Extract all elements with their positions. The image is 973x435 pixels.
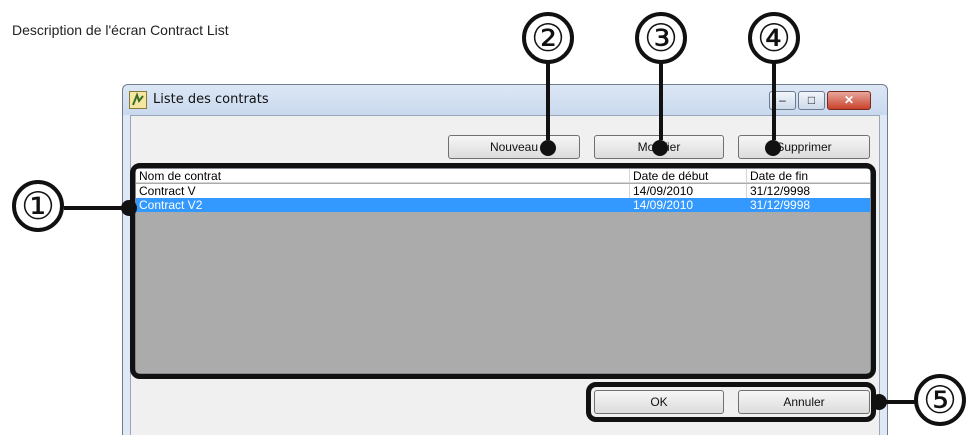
callout-dot-5 xyxy=(871,394,887,410)
annotation-number-3: ③ xyxy=(635,12,687,64)
new-button[interactable]: Nouveau xyxy=(448,135,580,159)
close-button[interactable]: ✕ xyxy=(827,91,871,110)
app-icon xyxy=(129,91,147,109)
maximize-icon: □ xyxy=(807,93,816,107)
annotation-number-1: ① xyxy=(12,180,64,232)
annotation-number-2: ② xyxy=(522,12,574,64)
maximize-button[interactable]: □ xyxy=(798,91,825,110)
callout-dot-2 xyxy=(540,140,556,156)
annotation-number-4: ④ xyxy=(748,12,800,64)
page-caption: Description de l'écran Contract List xyxy=(12,22,229,38)
callout-line-2 xyxy=(546,60,550,140)
callout-box-list xyxy=(130,163,876,379)
delete-button[interactable]: Supprimer xyxy=(738,135,870,159)
callout-dot-3 xyxy=(652,140,668,156)
callout-line-4 xyxy=(772,60,776,140)
close-icon: ✕ xyxy=(843,93,855,107)
window-title: Liste des contrats xyxy=(153,92,269,107)
callout-dot-4 xyxy=(765,140,781,156)
callout-dot-1 xyxy=(121,200,137,216)
annotation-number-5: ⑤ xyxy=(914,374,966,426)
callout-box-footer xyxy=(586,382,876,422)
callout-line-3 xyxy=(659,60,663,140)
